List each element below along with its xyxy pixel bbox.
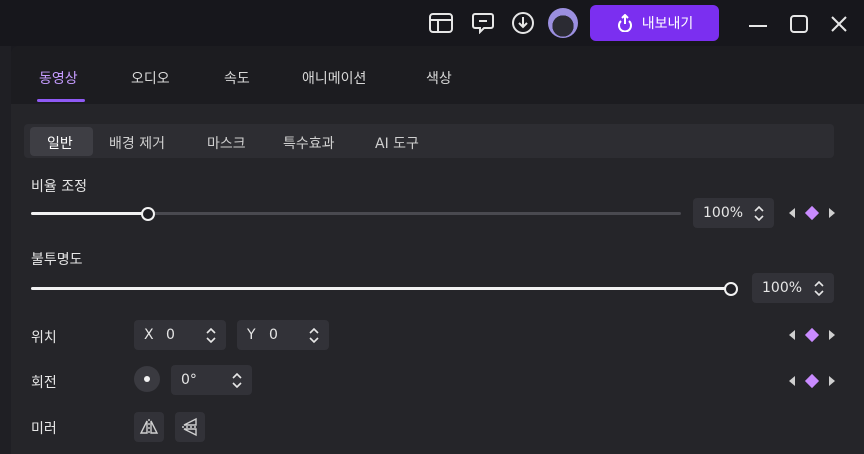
maximize-icon[interactable] (786, 11, 812, 37)
chevron-down-icon[interactable] (309, 336, 319, 343)
left-panel-edge (0, 46, 11, 454)
keyframe-icon[interactable] (804, 327, 820, 343)
chevron-up-icon[interactable] (814, 280, 824, 287)
dial-indicator (144, 376, 150, 382)
avatar[interactable] (548, 8, 578, 38)
subtab-effects[interactable]: 특수효과 (283, 133, 335, 153)
rotation-stepper[interactable] (228, 372, 246, 388)
subtab-background-removal[interactable]: 배경 제거 (109, 133, 165, 153)
close-icon[interactable] (826, 11, 852, 37)
export-label: 내보내기 (641, 16, 694, 32)
scale-stepper[interactable] (750, 205, 768, 221)
chevron-down-icon[interactable] (754, 214, 764, 221)
opacity-slider-fill (31, 287, 731, 290)
opacity-slider-handle[interactable] (724, 282, 738, 296)
position-y-value: 0 (269, 327, 278, 343)
opacity-stepper[interactable] (810, 280, 828, 296)
x-axis-label: X (144, 327, 154, 343)
tab-animation[interactable]: 애니메이션 (302, 68, 366, 88)
tab-audio[interactable]: 오디오 (131, 68, 170, 88)
chevron-down-icon[interactable] (232, 381, 242, 388)
keyframe-icon[interactable] (804, 205, 820, 221)
prev-keyframe-icon[interactable] (789, 376, 795, 386)
tab-speed[interactable]: 속도 (224, 68, 250, 88)
mirror-label: 미러 (31, 421, 57, 437)
next-keyframe-icon[interactable] (829, 376, 835, 386)
scale-keyframe-controls[interactable] (789, 205, 835, 221)
scale-slider-handle[interactable] (141, 207, 155, 221)
chevron-up-icon[interactable] (206, 327, 216, 334)
flip-vertical-button[interactable] (175, 412, 205, 442)
subtab-ai-tools[interactable]: AI 도구 (375, 133, 419, 153)
next-keyframe-icon[interactable] (829, 208, 835, 218)
layout-icon[interactable] (428, 10, 454, 36)
position-x-stepper[interactable] (202, 327, 220, 343)
scale-value: 100% (703, 205, 744, 221)
flip-vertical-icon (182, 417, 198, 437)
position-y-input[interactable]: Y 0 (237, 320, 329, 350)
subtab-general[interactable]: 일반 (47, 133, 73, 153)
position-x-input[interactable]: X 0 (134, 320, 226, 350)
tab-color[interactable]: 색상 (426, 68, 452, 88)
scale-input[interactable]: 100% (693, 198, 774, 228)
opacity-input[interactable]: 100% (752, 273, 834, 303)
flip-horizontal-button[interactable] (134, 412, 164, 442)
feedback-icon[interactable] (470, 10, 496, 36)
position-x-value: 0 (166, 327, 175, 343)
opacity-label: 불투명도 (31, 252, 83, 268)
flip-horizontal-icon (139, 419, 159, 435)
chevron-up-icon[interactable] (309, 327, 319, 334)
prev-keyframe-icon[interactable] (789, 330, 795, 340)
prev-keyframe-icon[interactable] (789, 208, 795, 218)
scale-label: 비율 조정 (31, 179, 87, 195)
minimize-icon[interactable] (745, 11, 771, 37)
position-keyframe-controls[interactable] (789, 327, 835, 343)
properties-panel (11, 46, 864, 454)
opacity-value: 100% (762, 280, 803, 296)
chevron-down-icon[interactable] (814, 289, 824, 296)
rotation-label: 회전 (31, 375, 57, 391)
rotation-keyframe-controls[interactable] (789, 373, 835, 389)
tab-video[interactable]: 동영상 (39, 68, 78, 88)
keyframe-icon[interactable] (804, 373, 820, 389)
rotation-input[interactable]: 0° (171, 365, 252, 395)
active-tab-indicator (37, 99, 85, 102)
rotation-dial[interactable] (134, 366, 160, 392)
chevron-up-icon[interactable] (754, 205, 764, 212)
chevron-up-icon[interactable] (232, 372, 242, 379)
y-axis-label: Y (247, 327, 256, 343)
subtab-mask[interactable]: 마스크 (207, 133, 246, 153)
position-label: 위치 (31, 330, 57, 346)
next-keyframe-icon[interactable] (829, 330, 835, 340)
upload-icon (617, 14, 632, 32)
position-y-stepper[interactable] (305, 327, 323, 343)
download-icon[interactable] (510, 10, 536, 36)
rotation-value: 0° (181, 372, 197, 388)
chevron-down-icon[interactable] (206, 336, 216, 343)
scale-slider-fill (31, 212, 148, 215)
export-button[interactable]: 내보내기 (590, 5, 719, 41)
